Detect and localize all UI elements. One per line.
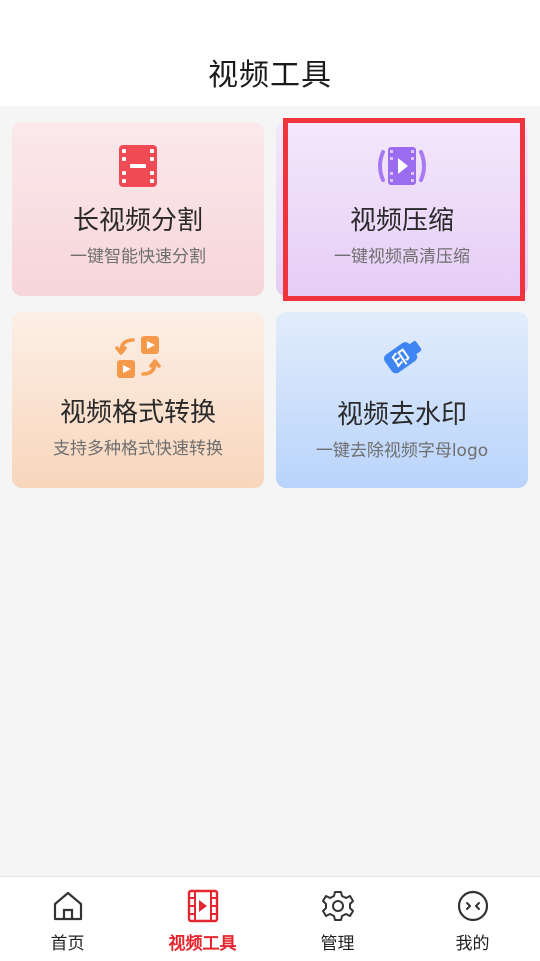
tool-title: 视频压缩 (349, 206, 454, 236)
watermark-eraser-icon: 印 (378, 334, 426, 386)
tool-card-remove-watermark[interactable]: 印 视频去水印 一键去除视频字母logo (276, 312, 528, 488)
tool-title: 视频去水印 (336, 400, 467, 430)
tab-video-tools[interactable]: 视频工具 (135, 877, 270, 961)
bottom-tab-bar: 首页 视频工具 管理 我的 (0, 876, 540, 961)
tab-home[interactable]: 首页 (0, 877, 135, 961)
video-compress-icon (376, 144, 428, 192)
tab-label: 我的 (455, 934, 490, 954)
tab-mine[interactable]: 我的 (405, 877, 540, 961)
tool-subtitle: 一键智能快速分割 (70, 247, 206, 267)
face-icon (456, 889, 490, 927)
page-title: 视频工具 (208, 58, 332, 93)
home-icon (51, 889, 85, 927)
tool-subtitle: 支持多种格式快速转换 (53, 439, 223, 459)
tool-card-format-convert[interactable]: 视频格式转换 支持多种格式快速转换 (12, 312, 264, 488)
gear-icon (321, 889, 355, 927)
tool-title: 视频格式转换 (59, 398, 216, 428)
tool-card-video-split[interactable]: 长视频分割 一键智能快速分割 (12, 122, 264, 296)
tab-label: 首页 (50, 934, 85, 954)
tab-label: 视频工具 (168, 934, 237, 954)
tool-subtitle: 一键去除视频字母logo (315, 441, 489, 461)
header: 视频工具 (0, 0, 540, 106)
film-split-icon (118, 144, 158, 192)
tab-manage[interactable]: 管理 (270, 877, 405, 961)
tool-title: 长视频分割 (72, 206, 203, 236)
tool-card-video-compress[interactable]: 视频压缩 一键视频高清压缩 (276, 122, 528, 296)
tab-label: 管理 (320, 934, 355, 954)
film-icon (186, 889, 220, 927)
tool-subtitle: 一键视频高清压缩 (334, 247, 470, 267)
format-convert-icon (115, 334, 161, 384)
